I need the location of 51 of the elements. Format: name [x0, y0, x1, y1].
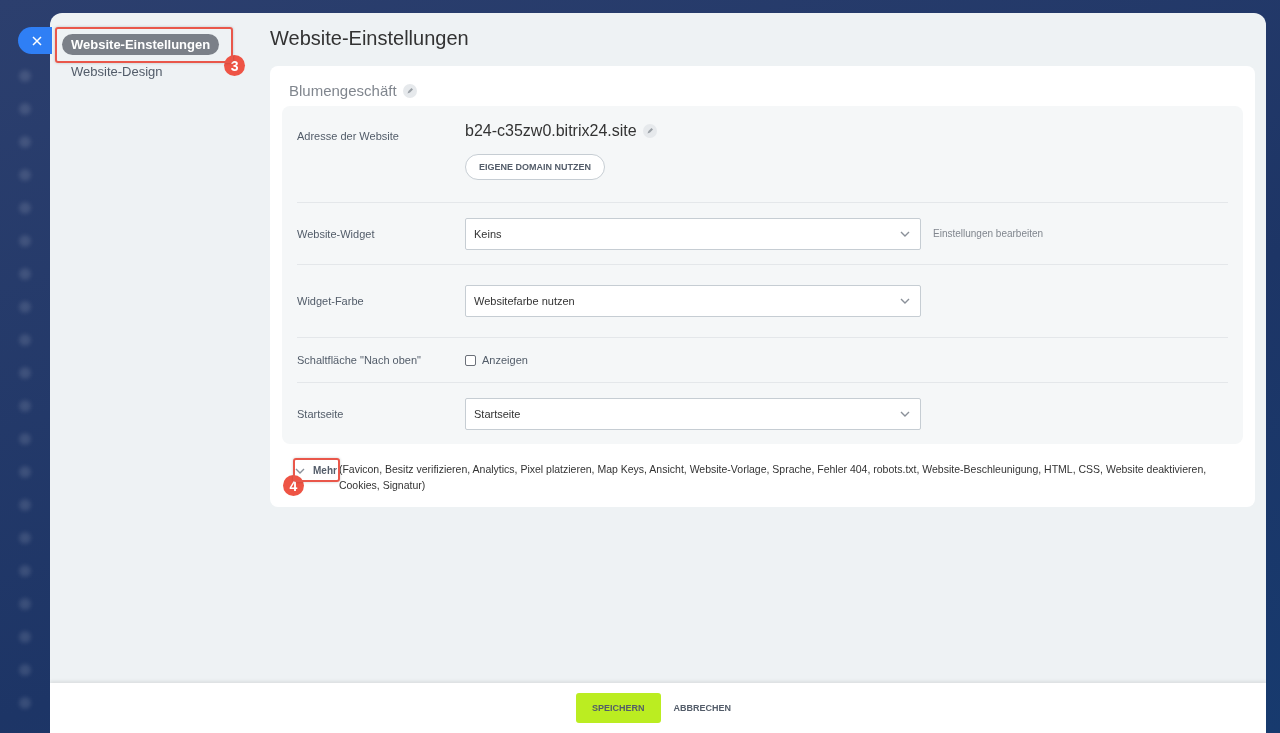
- field-label: Adresse der Website: [297, 129, 400, 142]
- save-button[interactable]: SPEICHERN: [576, 693, 661, 723]
- chevron-down-icon: [900, 298, 910, 304]
- blurred-icon[interactable]: [19, 301, 31, 313]
- blurred-icon[interactable]: [19, 697, 31, 709]
- domain-button[interactable]: EIGENE DOMAIN NUTZEN: [465, 154, 605, 180]
- checkbox-label: Anzeigen: [482, 354, 528, 366]
- blurred-icon[interactable]: [19, 103, 31, 115]
- blurred-icon[interactable]: [19, 466, 31, 478]
- blurred-icon[interactable]: [19, 136, 31, 148]
- blurred-icon[interactable]: [19, 169, 31, 181]
- more-options-list: (Favicon, Besitz verifizieren, Analytics, Pixel platzieren, Map Keys, Ansicht, Website-Vorlage, Sprache, Fehler 404, robots.txt, Website-Beschleunigung, HTML, CSS, Website deaktivieren, Cookies, Signatur): [338, 461, 1243, 493]
- blurred-icon[interactable]: [19, 367, 31, 379]
- field-label: Website-Widget: [297, 227, 376, 240]
- blurred-icon[interactable]: [19, 499, 31, 511]
- blurred-icon[interactable]: [19, 532, 31, 544]
- site-name: Blumengeschäft: [289, 82, 397, 99]
- blurred-icon[interactable]: [19, 598, 31, 610]
- dropdown-field[interactable]: Keins: [465, 217, 921, 250]
- cancel-button[interactable]: ABBRECHEN: [664, 693, 740, 723]
- pencil-icon[interactable]: [642, 124, 657, 138]
- blurred-icon[interactable]: [19, 334, 31, 346]
- dropdown-field[interactable]: Websitefarbe nutzen: [465, 285, 921, 317]
- page-title: Website-Einstellungen: [270, 27, 470, 50]
- website-address: b24-c35zw0.bitrix24.site: [465, 122, 637, 140]
- blurred-icon[interactable]: [19, 202, 31, 214]
- close-button[interactable]: [18, 27, 52, 54]
- more-toggle[interactable]: Mehr: [295, 461, 339, 476]
- pencil-icon[interactable]: [402, 83, 417, 98]
- field-label: Startseite: [297, 407, 345, 420]
- blurred-icon[interactable]: [19, 400, 31, 412]
- field-label: Schaltfläche "Nach oben": [297, 354, 422, 366]
- blurred-icon[interactable]: [19, 268, 31, 280]
- chevron-down-icon: [900, 230, 910, 237]
- checkbox[interactable]: [465, 354, 476, 366]
- nav-item[interactable]: Website-Einstellungen: [62, 34, 220, 55]
- blurred-icon[interactable]: [19, 433, 31, 445]
- chevron-down-icon: [295, 467, 305, 474]
- nav-item[interactable]: Website-Design: [62, 61, 172, 82]
- step-badge: 4: [283, 475, 304, 496]
- blurred-icon[interactable]: [19, 565, 31, 577]
- step-badge: 3: [224, 55, 246, 76]
- blurred-icon[interactable]: [19, 235, 31, 247]
- field-label: Widget-Farbe: [297, 295, 365, 307]
- close-icon: [32, 35, 42, 46]
- chevron-down-icon: [900, 410, 910, 417]
- settings-link[interactable]: Einstellungen bearbeiten: [933, 228, 1044, 239]
- blurred-icon[interactable]: [19, 631, 31, 643]
- blurred-icon[interactable]: [19, 70, 31, 82]
- dropdown-field[interactable]: Startseite: [465, 397, 921, 430]
- blurred-icon[interactable]: [19, 664, 31, 676]
